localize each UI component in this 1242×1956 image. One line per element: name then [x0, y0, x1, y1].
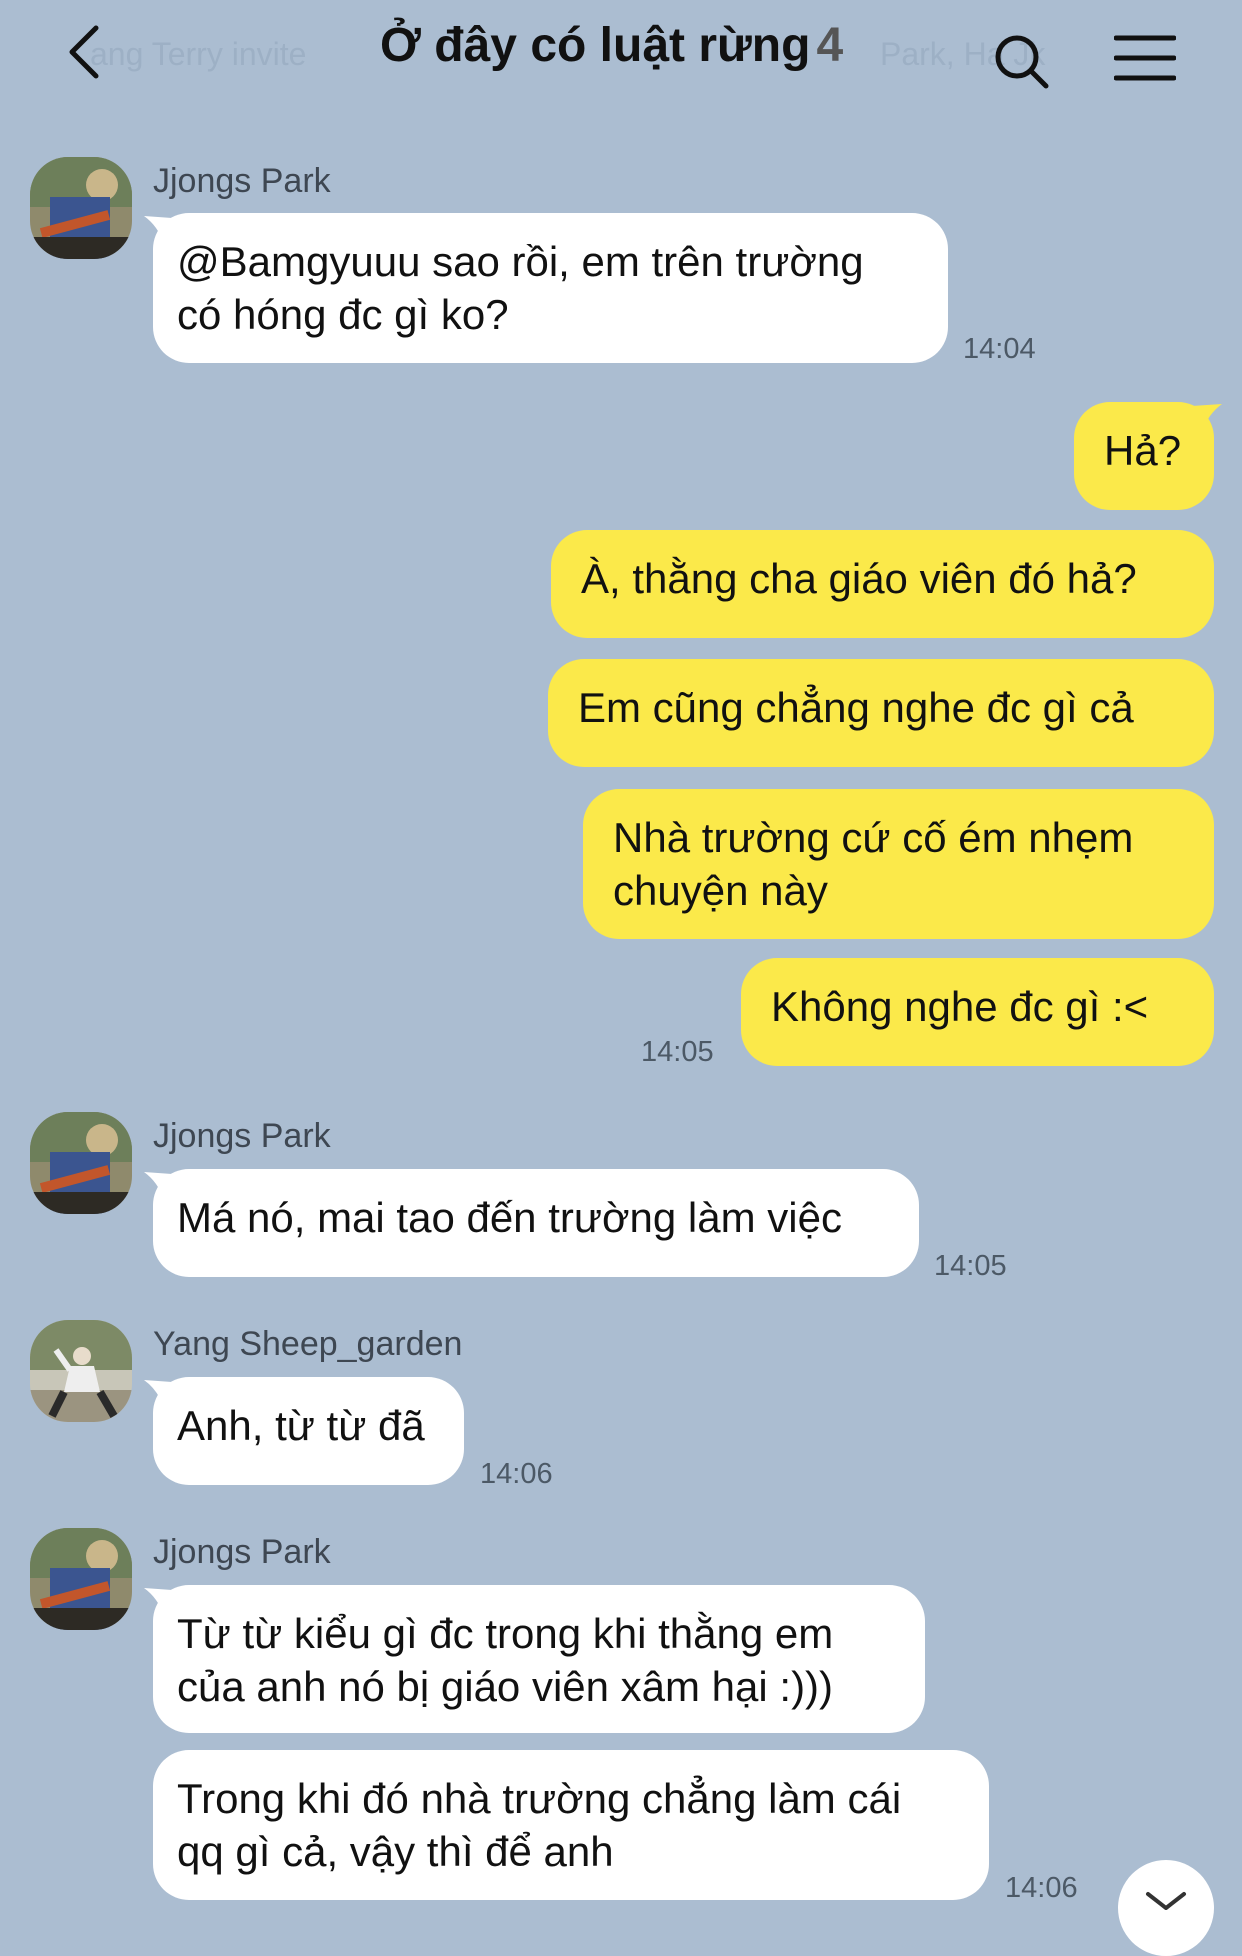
- avatar-jjongs-park[interactable]: [30, 1528, 132, 1630]
- message-time: 14:06: [1005, 1872, 1078, 1904]
- sender-name: Jjongs Park: [153, 162, 331, 200]
- avatar-photo: [30, 1528, 132, 1630]
- chevron-left-icon: [69, 25, 99, 79]
- message-bubble[interactable]: Anh, từ từ đã: [153, 1377, 464, 1485]
- chat-header: ang Terry invite Park, Ha Jk Ở đây có lu…: [0, 0, 1242, 112]
- avatar-jjongs-park[interactable]: [30, 157, 132, 259]
- chat-title-text: Ở đây có luật rừng: [380, 19, 811, 72]
- message-bubble[interactable]: Nhà trường cứ cố ém nhẹm chuyện này: [583, 789, 1214, 939]
- message-time: 14:04: [963, 333, 1036, 365]
- sender-name: Yang Sheep_garden: [153, 1325, 463, 1363]
- search-icon: [995, 35, 1049, 89]
- message-bubble[interactable]: @Bamgyuuu sao rồi, em trên trường có hón…: [153, 213, 948, 363]
- chat-title: Ở đây có luật rừng 4: [380, 18, 890, 73]
- message-bubble[interactable]: Trong khi đó nhà trường chẳng làm cái qq…: [153, 1750, 989, 1900]
- message-bubble[interactable]: Từ từ kiểu gì đc trong khi thằng em của …: [153, 1585, 925, 1733]
- message-bubble[interactable]: À, thằng cha giáo viên đó hả?: [551, 530, 1214, 638]
- member-count: 4: [816, 19, 844, 72]
- avatar-jjongs-park[interactable]: [30, 1112, 132, 1214]
- scroll-to-bottom-button[interactable]: [1118, 1860, 1214, 1956]
- message-bubble[interactable]: Không nghe đc gì :<: [741, 958, 1214, 1066]
- message-time: 14:06: [480, 1458, 553, 1490]
- avatar-photo: [30, 157, 132, 259]
- header-subtitle-left: ang Terry invite: [90, 36, 307, 72]
- menu-button[interactable]: [1113, 34, 1177, 82]
- avatar-yang-sheep-garden[interactable]: [30, 1320, 132, 1422]
- message-time: 14:05: [934, 1250, 1007, 1282]
- sender-name: Jjongs Park: [153, 1117, 331, 1155]
- avatar-photo: [30, 1112, 132, 1214]
- chevron-down-icon: [1146, 1892, 1186, 1910]
- menu-icon: [1113, 35, 1177, 81]
- message-bubble[interactable]: Hả?: [1074, 402, 1214, 510]
- search-button[interactable]: [992, 32, 1052, 92]
- back-button[interactable]: [62, 22, 112, 82]
- message-bubble[interactable]: Em cũng chẳng nghe đc gì cả: [548, 659, 1214, 767]
- avatar-photo: [30, 1320, 132, 1422]
- message-time: 14:05: [641, 1036, 714, 1068]
- message-bubble[interactable]: Má nó, mai tao đến trường làm việc: [153, 1169, 919, 1277]
- sender-name: Jjongs Park: [153, 1533, 331, 1571]
